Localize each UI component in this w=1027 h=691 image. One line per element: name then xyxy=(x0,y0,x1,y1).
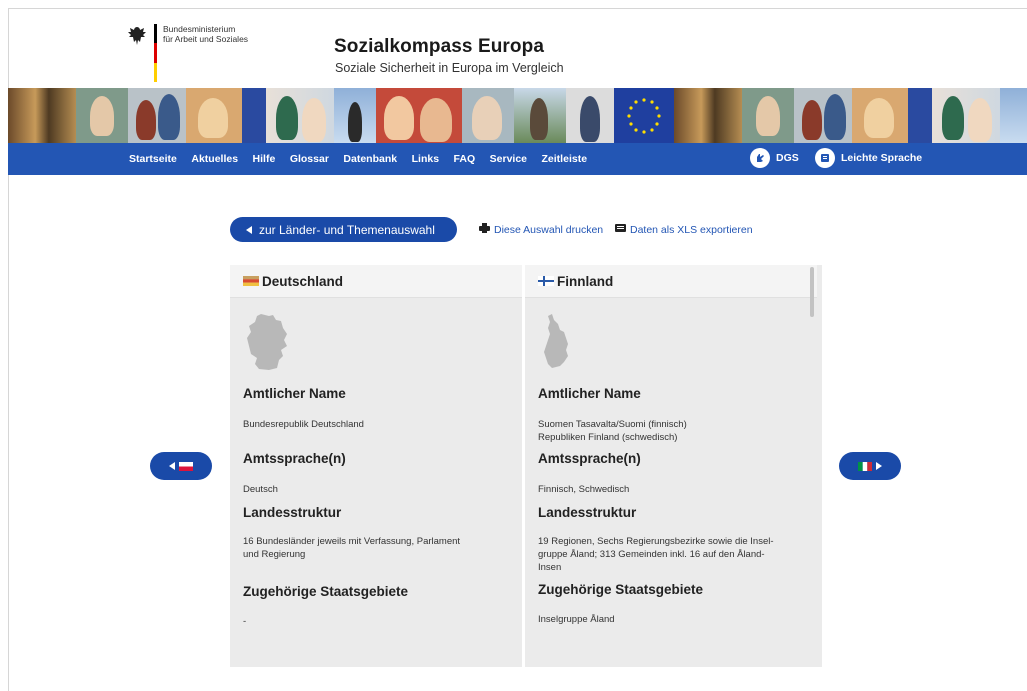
photo-couple xyxy=(128,88,186,143)
dgs-label: DGS xyxy=(776,152,799,164)
ministry-line-2: für Arbeit und Soziales xyxy=(163,34,249,44)
section-title-structure: Landesstruktur xyxy=(243,505,342,520)
section-value-structure: 16 Bundesländer jeweils mit Verfassung, … xyxy=(243,536,461,560)
photo-library xyxy=(8,88,76,143)
back-to-selection-label: zur Länder- und Themenauswahl xyxy=(259,222,435,237)
photo-family-2 xyxy=(932,88,1000,143)
italy-flag-icon xyxy=(858,461,872,471)
section-title-official-name: Amtlicher Name xyxy=(243,386,346,401)
photo-couple-2 xyxy=(794,88,852,143)
photo-eu-flag-3 xyxy=(908,88,932,143)
export-xls-label: Daten als XLS exportieren xyxy=(630,223,753,236)
country-name: Deutschland xyxy=(262,273,344,289)
country-column-germany: Deutschland Amtlicher Name Bundesrepubli… xyxy=(230,265,522,667)
germany-flag-icon xyxy=(243,276,259,286)
country-comparison-panel[interactable]: Deutschland Amtlicher Name Bundesrepubli… xyxy=(230,265,822,667)
section-title-official-name: Amtlicher Name xyxy=(538,386,641,401)
section-value-structure: 19 Regionen, Sechs Regierungsbezirke sow… xyxy=(538,536,774,573)
export-xls-link[interactable]: Daten als XLS exportieren xyxy=(615,223,753,236)
printer-icon xyxy=(479,223,490,236)
photo-elderly-woman-2 xyxy=(742,88,794,143)
section-value-official-name: Suomen Tasavalta/Suomi (finnisch) Republi… xyxy=(538,419,687,443)
ministry-line-1: Bundesministerium xyxy=(163,24,236,34)
site-subtitle: Soziale Sicherheit in Europa im Vergleic… xyxy=(335,61,564,75)
dgs-link[interactable]: DGS xyxy=(750,148,799,168)
photo-flag-runner xyxy=(334,88,376,143)
section-value-territories: - xyxy=(243,616,247,627)
photo-senior-couple xyxy=(462,88,514,143)
photo-eu-flag-2 xyxy=(614,88,674,143)
nav-aktuelles[interactable]: Aktuelles xyxy=(191,153,238,165)
easy-language-link[interactable]: Leichte Sprache xyxy=(815,148,922,168)
print-selection-label: Diese Auswahl drucken xyxy=(494,223,604,236)
next-country-button[interactable] xyxy=(839,452,901,480)
nav-zeitleiste[interactable]: Zeitleiste xyxy=(542,153,588,165)
section-title-languages: Amtssprache(n) xyxy=(243,451,346,466)
german-flag-bar xyxy=(154,24,157,82)
section-title-structure: Landesstruktur xyxy=(538,505,637,520)
triangle-right-icon xyxy=(876,462,882,470)
section-value-languages: Deutsch xyxy=(243,484,278,495)
section-value-languages: Finnisch, Schwedisch xyxy=(538,484,630,495)
nav-links[interactable]: Links xyxy=(412,153,439,165)
header-image-strip xyxy=(8,88,1027,143)
sign-language-icon xyxy=(750,148,770,168)
finland-flag-icon xyxy=(538,276,554,286)
previous-country-button[interactable] xyxy=(150,452,212,480)
print-selection-link[interactable]: Diese Auswahl drucken xyxy=(479,223,603,236)
country-header: Deutschland xyxy=(230,265,522,298)
triangle-left-icon xyxy=(246,225,252,234)
section-title-territories: Zugehörige Staatsgebiete xyxy=(243,584,409,599)
nav-datenbank[interactable]: Datenbank xyxy=(343,153,397,165)
spreadsheet-icon xyxy=(615,223,626,236)
easy-language-icon xyxy=(815,148,835,168)
back-to-selection-button[interactable]: zur Länder- und Themenauswahl xyxy=(230,217,457,242)
panel-scrollbar[interactable] xyxy=(810,267,814,317)
photo-kids xyxy=(376,88,462,143)
country-column-finland: Finnland Amtlicher Name Suomen Tasavalta… xyxy=(525,265,817,667)
photo-library-2 xyxy=(674,88,742,143)
nav-service[interactable]: Service xyxy=(490,153,527,165)
photo-elderly-woman xyxy=(76,88,128,143)
section-value-territories: Inselgruppe Åland xyxy=(538,614,615,625)
photo-family xyxy=(266,88,334,143)
finland-map-icon xyxy=(544,314,568,368)
federal-eagle-logo xyxy=(128,27,146,45)
eu-stars-icon xyxy=(627,98,661,134)
nav-hilfe[interactable]: Hilfe xyxy=(253,153,276,165)
country-name: Finnland xyxy=(557,273,614,289)
section-title-languages: Amtssprache(n) xyxy=(538,451,641,466)
germany-map-icon xyxy=(247,314,287,370)
photo-child xyxy=(186,88,242,143)
section-value-official-name: Bundesrepublik Deutschland xyxy=(243,419,364,430)
easy-language-label: Leichte Sprache xyxy=(841,152,923,164)
poland-flag-icon xyxy=(179,461,193,471)
nav-faq[interactable]: FAQ xyxy=(454,153,476,165)
main-navigation: Startseite Aktuelles Hilfe Glossar Daten… xyxy=(8,143,1027,175)
photo-worker xyxy=(566,88,614,143)
section-title-territories: Zugehörige Staatsgebiete xyxy=(538,582,704,597)
country-header: Finnland xyxy=(525,265,817,298)
site-title[interactable]: Sozialkompass Europa xyxy=(334,36,544,58)
photo-eu-flag xyxy=(242,88,266,143)
ministry-name[interactable]: Bundesministerium für Arbeit und Soziale… xyxy=(163,24,248,44)
triangle-left-icon xyxy=(169,462,175,470)
photo-child-2 xyxy=(852,88,908,143)
nav-glossar[interactable]: Glossar xyxy=(290,153,329,165)
photo-flag-runner-2 xyxy=(1000,88,1027,143)
photo-hikers xyxy=(514,88,566,143)
nav-startseite[interactable]: Startseite xyxy=(129,153,177,165)
